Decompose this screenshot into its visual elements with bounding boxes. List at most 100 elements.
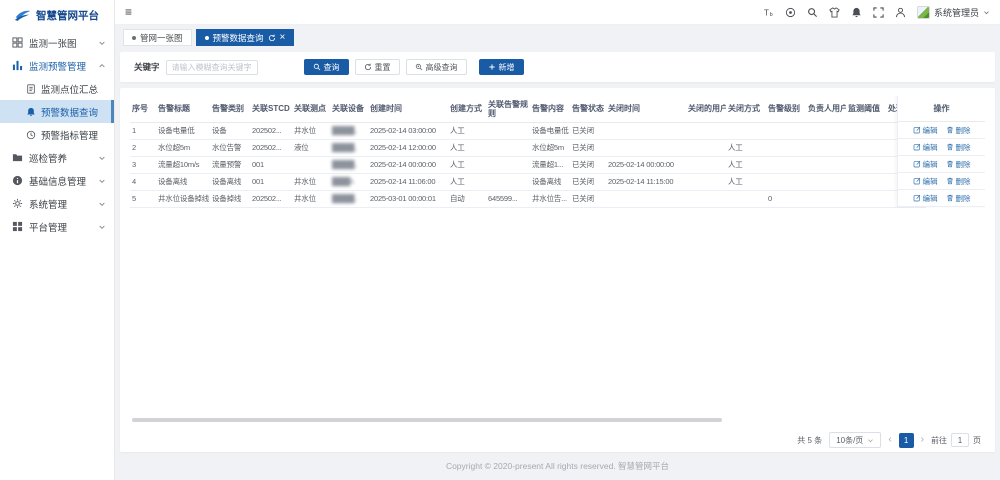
chevron-down-icon [98, 223, 106, 231]
sidebar-item-1[interactable]: 监测一张图 [0, 31, 114, 54]
topbar: ≡ Tb 系统管理员 [115, 0, 1000, 25]
tab-close-icon[interactable]: × [280, 33, 286, 43]
edit-button[interactable]: 编辑 [913, 125, 938, 136]
cell [766, 139, 806, 156]
edit-icon [913, 194, 921, 202]
cell: 已关闭 [570, 122, 606, 139]
cell [766, 156, 806, 173]
delete-button[interactable]: 删除 [946, 193, 971, 204]
table-row-3: 3流量超10m/s流量预警001█████...2025-02-14 00:00… [130, 156, 926, 173]
sidebar-item-label: 巡检管养 [29, 151, 98, 165]
content: 关键字 查询 重置 高级查询 [115, 50, 1000, 480]
page-number-1[interactable]: 1 [899, 433, 914, 448]
edit-button[interactable]: 编辑 [913, 159, 938, 170]
search-button[interactable]: 查询 [304, 59, 349, 75]
adv-search-icon [415, 63, 423, 71]
cell [486, 156, 530, 173]
cell: 1 [130, 122, 156, 139]
trash-icon [946, 143, 954, 151]
user-icon[interactable] [895, 7, 906, 18]
tab-1[interactable]: 管网一张图 [123, 29, 192, 46]
table-wrap: 序号告警标题告警类别关联STCD关联测点关联设备创建时间创建方式关联告警规则告警… [130, 96, 985, 414]
column-header: 关联告警规则 [486, 96, 530, 122]
fullscreen-icon[interactable] [873, 7, 884, 18]
goto-page-input[interactable] [951, 433, 969, 447]
advanced-search-button[interactable]: 高级查询 [406, 59, 467, 75]
cell [486, 173, 530, 190]
refresh-icon [364, 63, 372, 71]
cell: 202502... [250, 190, 292, 207]
user-menu[interactable]: 系统管理员 [917, 6, 990, 19]
bell-icon[interactable] [851, 7, 862, 18]
column-header: 关联设备 [330, 96, 368, 122]
sidebar-subitem-label: 预警指标管理 [41, 128, 98, 142]
sidebar-item-5[interactable]: 系统管理 [0, 192, 114, 215]
cell [486, 139, 530, 156]
operations-rows: 编辑删除编辑删除编辑删除编辑删除编辑删除 [898, 122, 985, 207]
sidebar-item-6[interactable]: 平台管理 [0, 215, 114, 238]
text-size-icon[interactable]: Tb [763, 7, 774, 18]
target-icon[interactable] [785, 7, 796, 18]
cell [766, 173, 806, 190]
cell: 水位告警 [210, 139, 250, 156]
svg-text:T: T [764, 8, 769, 17]
reset-button[interactable]: 重置 [355, 59, 400, 75]
cell [806, 190, 846, 207]
sidebar-subitem-2-2[interactable]: 预警数据查询 [0, 100, 114, 123]
edit-button[interactable]: 编辑 [913, 176, 938, 187]
chevron-up-icon [98, 62, 106, 70]
search-icon[interactable] [807, 7, 818, 18]
cell [806, 156, 846, 173]
cell [486, 122, 530, 139]
cell: 4 [130, 173, 156, 190]
column-header: 监测阈值 [846, 96, 886, 122]
sidebar-subitem-2-1[interactable]: 监测点位汇总 [0, 77, 114, 100]
trash-icon [946, 194, 954, 202]
delete-button[interactable]: 删除 [946, 125, 971, 136]
cell: 人工 [726, 139, 766, 156]
prev-page-button[interactable]: ‹ [888, 435, 891, 445]
edit-button[interactable]: 编辑 [913, 193, 938, 204]
column-header: 告警状态 [570, 96, 606, 122]
delete-button[interactable]: 删除 [946, 159, 971, 170]
cell: 0 [766, 190, 806, 207]
sidebar-item-2[interactable]: 监测预警管理 [0, 54, 114, 77]
page-size-select[interactable]: 10条/页 [829, 432, 881, 448]
sidebar-subitem-2-3[interactable]: 预警指标管理 [0, 123, 114, 146]
cell: 流量超1... [530, 156, 570, 173]
edit-button[interactable]: 编辑 [913, 142, 938, 153]
add-button[interactable]: 新增 [479, 59, 524, 75]
cell: 人工 [448, 122, 486, 139]
sidebar-menu: 监测一张图监测预警管理监测点位汇总预警数据查询预警指标管理巡检管养基础信息管理系… [0, 31, 114, 238]
cell: 井水位 [292, 122, 330, 139]
cell: 已关闭 [570, 173, 606, 190]
menu-collapse-icon[interactable]: ≡ [125, 6, 132, 18]
cell: █████... [330, 190, 368, 207]
scrollbar-thumb[interactable] [132, 418, 722, 422]
keyword-input[interactable] [166, 60, 258, 75]
column-header: 关联STCD [250, 96, 292, 122]
column-header: 告警类别 [210, 96, 250, 122]
chart-icon [12, 60, 23, 71]
cell: 井水位 [292, 190, 330, 207]
cell: 井水位 [292, 173, 330, 190]
table-body: 1设备电量低设备202502...井水位█████...2025-02-14 0… [130, 122, 926, 207]
tab-2[interactable]: 预警数据查询 × [196, 29, 295, 46]
footer-copyright: Copyright © 2020-present All rights rese… [120, 456, 995, 480]
tab-refresh-icon[interactable] [268, 34, 276, 42]
delete-button[interactable]: 删除 [946, 176, 971, 187]
theme-icon[interactable] [829, 7, 840, 18]
delete-button[interactable]: 删除 [946, 142, 971, 153]
column-header: 关联测点 [292, 96, 330, 122]
sidebar-item-4[interactable]: 基础信息管理 [0, 169, 114, 192]
next-page-button[interactable]: › [921, 435, 924, 445]
cell: 井水位设备掉线 [156, 190, 210, 207]
table-card: 序号告警标题告警类别关联STCD关联测点关联设备创建时间创建方式关联告警规则告警… [120, 88, 995, 452]
goto-page: 前往 页 [931, 433, 981, 447]
cell: 人工 [726, 156, 766, 173]
tab-label: 预警数据查询 [213, 32, 264, 44]
operations-row-1: 编辑删除 [898, 122, 985, 139]
app-layout: 智慧管网平台 监测一张图监测预警管理监测点位汇总预警数据查询预警指标管理巡检管养… [0, 0, 1000, 480]
sidebar-item-3[interactable]: 巡检管养 [0, 146, 114, 169]
cell [726, 122, 766, 139]
